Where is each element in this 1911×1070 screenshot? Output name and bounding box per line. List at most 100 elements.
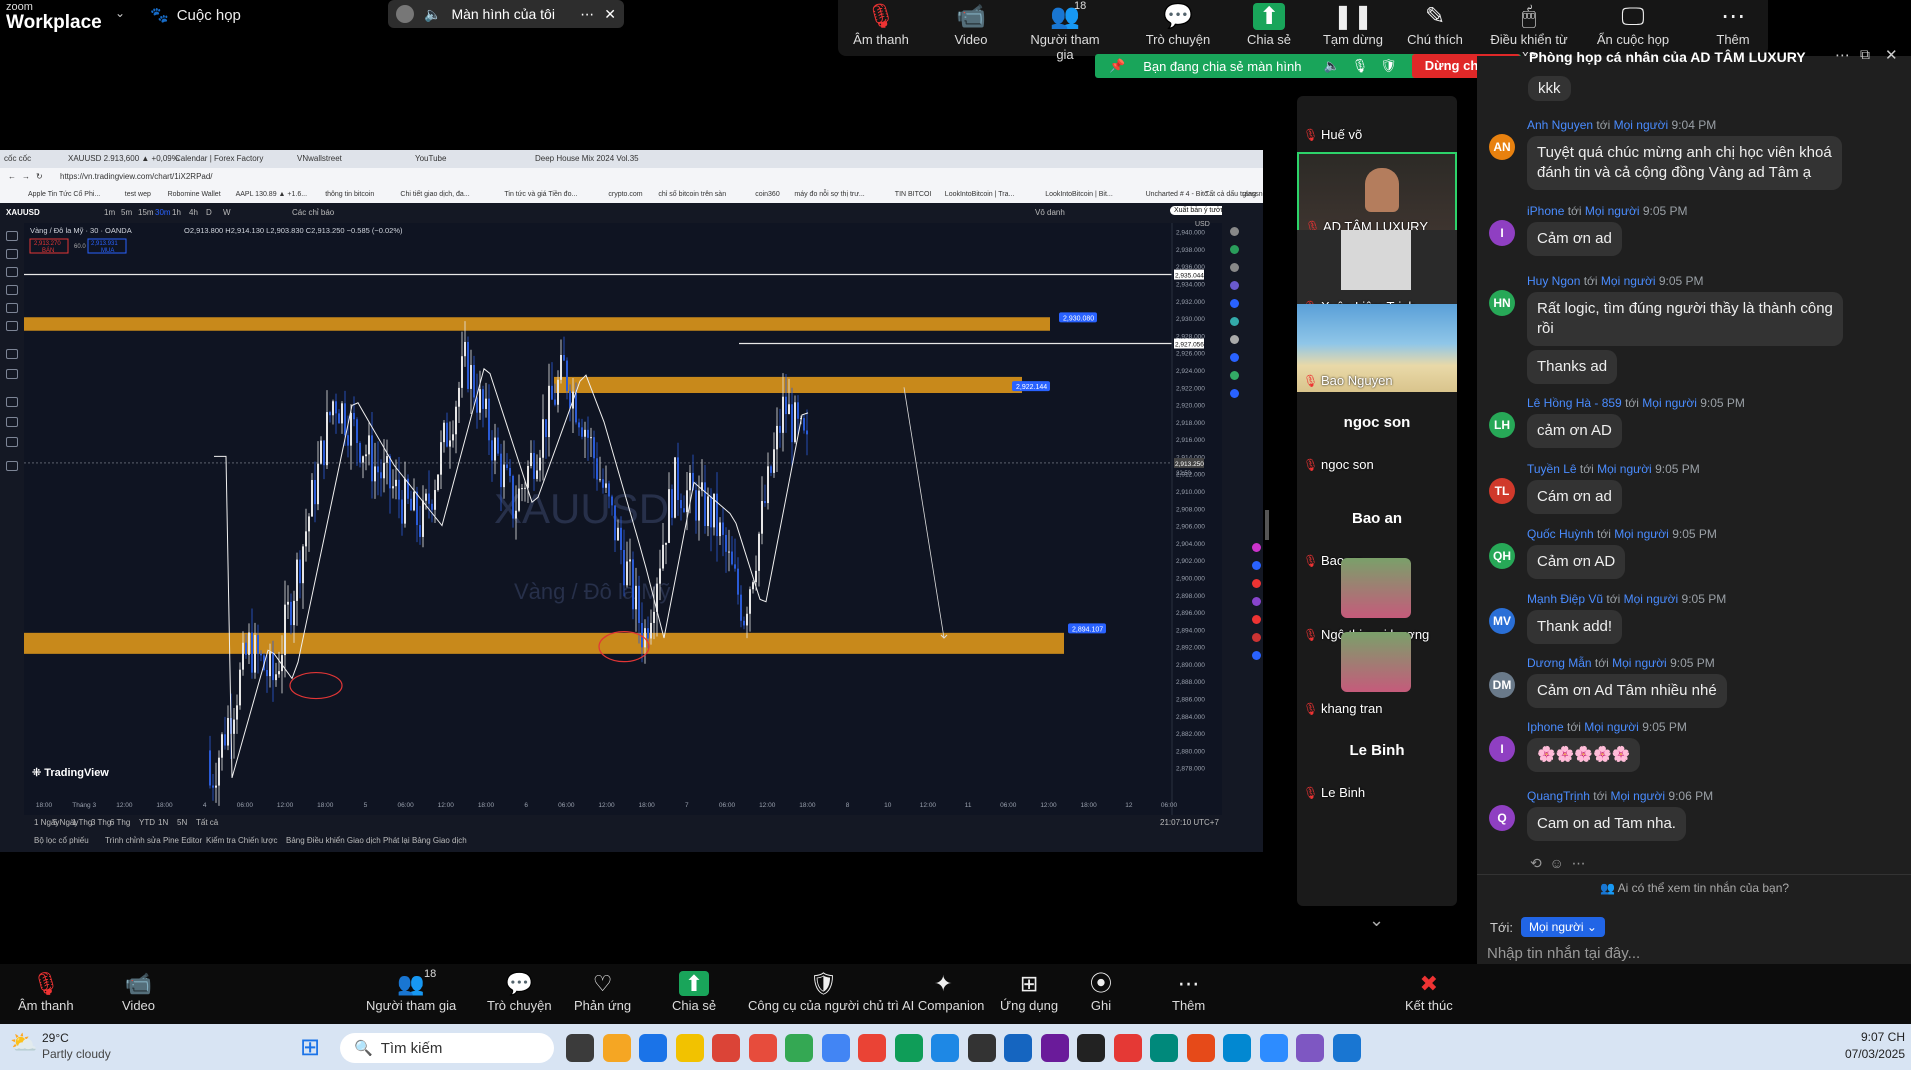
bookmark-item[interactable]: Robomine Wallet — [168, 191, 221, 198]
bookmark-item[interactable]: Tin tức và giá Tiền đo... — [504, 191, 577, 198]
sender-name[interactable]: Dương Mẫn — [1527, 656, 1592, 670]
sidebar-widget-icon[interactable] — [1252, 543, 1261, 552]
taskbar-app-icon[interactable] — [1332, 1034, 1361, 1062]
resistance-zone[interactable] — [554, 376, 1022, 394]
support-zone[interactable] — [24, 632, 1064, 654]
toolbar-mic-muted-button[interactable]: 🎙 Âm thanh — [838, 2, 924, 47]
range-button[interactable]: 3 Thg — [91, 818, 111, 827]
chat-bubble[interactable]: Cảm ơn AD — [1527, 545, 1626, 579]
price-chart[interactable]: XAUUSD Vàng / Đô la Mỹ 2,930.080 2,922.144 2… — [24, 223, 1222, 815]
browser-tab[interactable]: XAUUSD 2.913,600 ▲ +0,09% — [68, 154, 179, 163]
participant-tile[interactable]: 🎙 khang tran — [1297, 632, 1457, 720]
sidebar-widget-icon[interactable] — [1230, 281, 1239, 290]
bookmark-item[interactable]: LookIntoBitcoin | Tra... — [945, 191, 1015, 198]
sender-name[interactable]: QuangTrịnh — [1527, 789, 1590, 803]
sender-name[interactable]: Anh Nguyen — [1527, 118, 1593, 132]
timeframe-button[interactable]: D — [206, 208, 212, 217]
control-video-button[interactable]: 📹 Video — [122, 970, 155, 1013]
chat-bubble[interactable]: cảm ơn AD — [1527, 414, 1622, 448]
taskbar-app-icon[interactable] — [675, 1034, 704, 1062]
bookmark-item[interactable]: Uncharted # 4 - Bitc... — [1146, 191, 1214, 198]
bookmark-item[interactable]: thông tin bitcoin — [325, 191, 374, 198]
participant-tile[interactable]: 🎙 Bao Nguyen — [1297, 304, 1457, 392]
zoom-icon[interactable] — [6, 369, 18, 379]
sidebar-widget-icon[interactable] — [1230, 245, 1239, 254]
taskbar-app-icon[interactable] — [748, 1034, 777, 1062]
more-options-icon[interactable]: ⋯ — [580, 6, 594, 23]
bookmark-item[interactable]: AAPL 130.89 ▲ +1.6... — [236, 191, 307, 198]
taskbar-app-icon[interactable] — [785, 1034, 813, 1062]
sidebar-widget-icon[interactable] — [1252, 633, 1261, 642]
taskbar-app-icon[interactable] — [1077, 1034, 1105, 1062]
control-record-button[interactable]: ⦿ Ghi — [1090, 970, 1112, 1013]
browser-tab[interactable]: VNwallstreet — [297, 154, 342, 163]
bottom-panel-tab[interactable]: Bảng Giao dịch — [412, 836, 467, 845]
taskbar-app-icon[interactable] — [639, 1034, 667, 1062]
taskbar-app-icon[interactable] — [931, 1034, 959, 1062]
close-icon[interactable]: ✕ — [1885, 46, 1898, 64]
sidebar-widget-icon[interactable] — [1230, 317, 1239, 326]
clock-date[interactable]: 07/03/2025 — [1830, 1047, 1905, 1061]
participant-tile[interactable]: ngoc son 🎙 ngoc son — [1297, 388, 1457, 476]
trash-icon[interactable] — [6, 461, 18, 471]
taskbar-app-icon[interactable] — [566, 1034, 594, 1062]
bookmark-item[interactable]: Tất cả dấu trang — [1205, 191, 1256, 198]
control-apps-button[interactable]: ⊞ Ứng dụng — [1000, 970, 1058, 1013]
browser-tab[interactable]: Deep House Mix 2024 Vol.35 — [535, 154, 639, 163]
timeframe-button[interactable]: 15m — [138, 208, 154, 217]
bookmark-item[interactable]: Chi tiết giao dịch, đa... — [400, 191, 469, 198]
toolbar-pause-button[interactable]: ❚❚ Tạm dừng — [1310, 2, 1396, 47]
toolbar-participants-button[interactable]: 👥 Người tham gia 18 — [1022, 0, 1108, 62]
price-level-tag[interactable]: 2,894.107 — [1068, 623, 1106, 634]
toolbar-hide-meeting-button[interactable]: 🖵 Ẩn cuộc họp — [1590, 2, 1676, 47]
trendline-icon[interactable] — [6, 249, 18, 259]
weather-temp[interactable]: 29°C — [42, 1031, 69, 1045]
chat-visibility-hint[interactable]: 👥 Ai có thể xem tin nhắn của bạn? — [1600, 881, 1789, 895]
range-button[interactable]: 1N — [158, 818, 168, 827]
timeframe-button[interactable]: W — [223, 208, 231, 217]
bookmark-item[interactable]: chỉ số bitcoin trên sàn — [658, 191, 726, 198]
bottom-panel-tab[interactable]: Kiểm tra Chiến lược — [206, 836, 278, 845]
more-options-icon[interactable]: ⋯ — [1835, 46, 1850, 64]
lock-icon[interactable] — [6, 417, 18, 427]
sender-name[interactable]: iPhone — [1527, 204, 1564, 218]
sidebar-widget-icon[interactable] — [1252, 651, 1261, 660]
magnet-icon[interactable] — [6, 397, 18, 407]
sender-name[interactable]: Tuyền Lê — [1527, 462, 1577, 476]
toolbar-chat-button[interactable]: 💬 Trò chuyện — [1135, 2, 1221, 47]
control-chat-button[interactable]: 💬 Trò chuyện — [487, 970, 552, 1013]
participant-tile[interactable]: 🎙 AD TÂM LUXURY — [1297, 152, 1457, 240]
meetings-menu[interactable]: 🐾 Cuộc họp — [150, 6, 241, 25]
chat-bubble[interactable]: Cám ơn ad — [1527, 480, 1622, 514]
chevron-down-icon[interactable]: ⌄ — [115, 6, 125, 20]
bottom-panel-tab[interactable]: Trình chỉnh sửa Pine Editor — [105, 836, 202, 845]
bottom-panel-tab[interactable]: Bộ lọc cổ phiếu — [34, 836, 89, 845]
symbol-search[interactable]: XAUUSD — [6, 208, 40, 217]
taskbar-app-icon[interactable] — [712, 1034, 740, 1062]
bookmark-item[interactable]: Apple Tin Tức Cổ Phi... — [28, 191, 100, 198]
chat-input[interactable]: Nhập tin nhắn tại đây... — [1487, 945, 1640, 962]
eye-icon[interactable] — [6, 437, 18, 447]
sidebar-widget-icon[interactable] — [1230, 371, 1239, 380]
indicators-button[interactable]: Các chỉ báo — [292, 208, 334, 217]
bookmark-item[interactable]: LookIntoBitcoin | Bit... — [1045, 191, 1113, 198]
sidebar-widget-icon[interactable] — [1230, 299, 1239, 308]
unnamed-layout[interactable]: Vô danh — [1035, 208, 1065, 217]
taskbar-app-icon[interactable] — [1296, 1034, 1324, 1062]
price-level-tag[interactable]: 2,922.144 — [1012, 381, 1050, 392]
control-participants-button[interactable]: 👥 Người tham gia 18 — [366, 968, 456, 1013]
bookmark-item[interactable]: máy đo nỗi sợ thị trư... — [794, 191, 864, 198]
control-share-button[interactable]: ⬆ Chia sẻ — [672, 970, 716, 1013]
sender-name[interactable]: Iphone — [1527, 720, 1564, 734]
taskbar-app-icon[interactable] — [858, 1034, 886, 1062]
taskbar-app-icon[interactable] — [602, 1034, 631, 1062]
price-level-tag[interactable]: 2,930.080 — [1059, 312, 1097, 323]
windows-start-icon[interactable]: ⊞ — [300, 1033, 320, 1062]
pattern-icon[interactable] — [6, 285, 18, 295]
bookmark-item[interactable]: crypto.com — [608, 191, 642, 198]
taskbar-app-icon[interactable] — [1223, 1034, 1251, 1062]
control-host-tools-button[interactable]: 🛡 Công cụ của người chủ trì — [748, 970, 899, 1013]
taskbar-app-icon[interactable] — [1113, 1034, 1142, 1062]
taskbar-app-icon[interactable] — [1004, 1034, 1032, 1062]
chart-clock[interactable]: 21:07:10 UTC+7 — [1160, 818, 1219, 827]
